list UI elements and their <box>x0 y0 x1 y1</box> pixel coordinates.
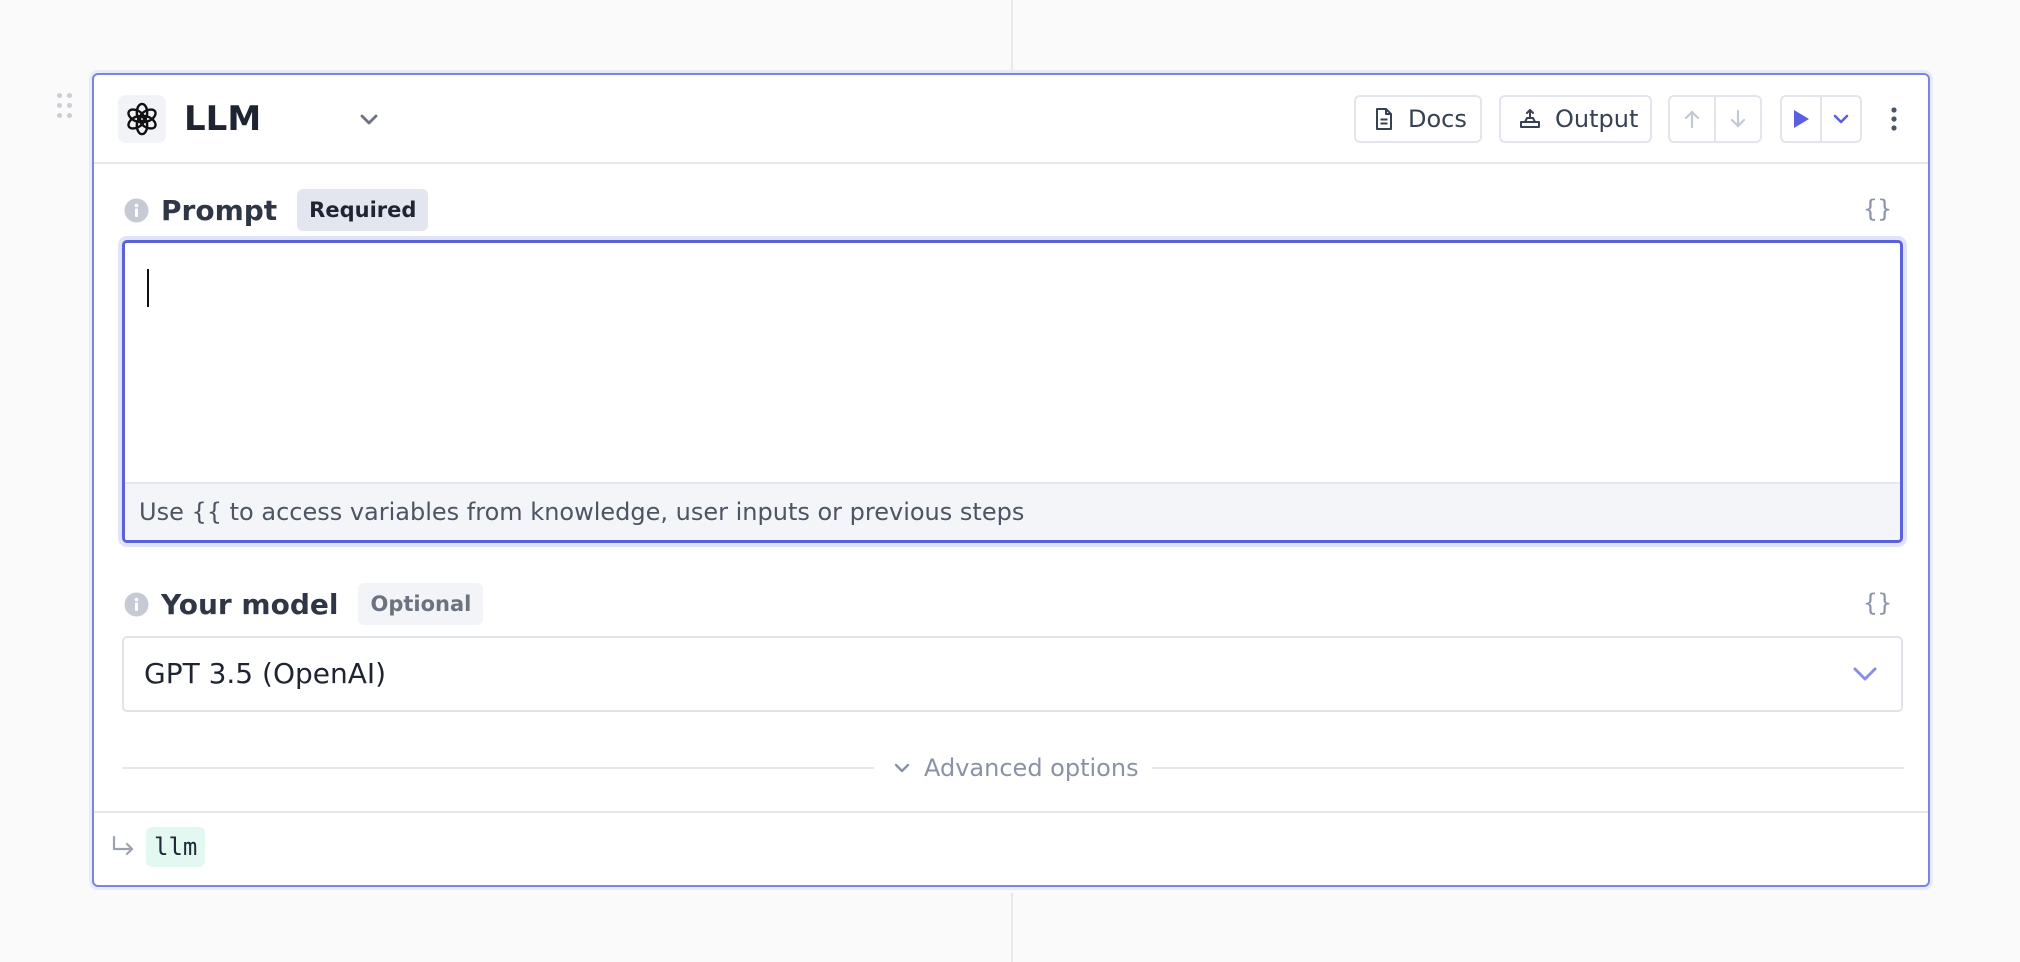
docs-button[interactable]: Docs <box>1354 95 1482 143</box>
return-arrow-icon <box>112 835 134 856</box>
prompt-label-row: Prompt Required <box>124 189 429 231</box>
drag-handle[interactable] <box>57 93 73 119</box>
run-options-button[interactable] <box>1820 97 1860 141</box>
more-vertical-icon <box>1891 107 1897 131</box>
prompt-variable-toggle[interactable]: {} <box>1863 193 1892 225</box>
llm-step-card: LLM Docs Output Prompt Required {} Use {… <box>92 73 1930 887</box>
chevron-down-icon <box>892 758 912 778</box>
play-icon <box>1794 110 1809 128</box>
arrow-up-icon <box>1684 110 1700 129</box>
openai-logo-icon <box>118 95 166 143</box>
docs-label: Docs <box>1408 105 1467 133</box>
optional-badge: Optional <box>358 583 484 625</box>
step-header: LLM Docs Output <box>94 75 1928 164</box>
output-label: Output <box>1555 105 1639 133</box>
output-variable-chip[interactable]: llm <box>146 827 206 867</box>
advanced-options-label: Advanced options <box>924 754 1139 782</box>
divider <box>122 767 874 769</box>
advanced-options-toggle[interactable]: Advanced options <box>892 751 1139 785</box>
model-label: Your model <box>161 587 339 621</box>
output-button[interactable]: Output <box>1499 95 1652 143</box>
required-badge: Required <box>297 189 429 231</box>
prompt-input[interactable] <box>125 243 1900 483</box>
move-down-button[interactable] <box>1714 97 1760 141</box>
model-label-row: Your model Optional <box>124 583 484 625</box>
move-step-group <box>1668 95 1762 143</box>
info-icon[interactable] <box>124 592 149 617</box>
move-up-button[interactable] <box>1670 97 1714 141</box>
prompt-label: Prompt <box>161 193 278 227</box>
flow-connector-bottom <box>1011 893 1013 962</box>
text-caret <box>147 269 149 307</box>
run-button[interactable] <box>1782 97 1820 141</box>
arrow-down-icon <box>1730 109 1746 128</box>
model-select[interactable]: GPT 3.5 (OpenAI) <box>122 636 1903 712</box>
step-footer: llm <box>94 811 1928 885</box>
run-step-group <box>1780 95 1862 143</box>
chevron-down-icon <box>1833 114 1849 124</box>
more-options-button[interactable] <box>1882 99 1906 139</box>
step-title[interactable]: LLM <box>184 95 261 143</box>
chevron-down-icon <box>1853 667 1877 681</box>
document-icon <box>1374 107 1394 131</box>
model-variable-toggle[interactable]: {} <box>1863 587 1892 619</box>
prompt-hint: Use {{ to access variables from knowledg… <box>125 482 1900 540</box>
output-icon <box>1519 108 1541 130</box>
info-icon[interactable] <box>124 198 149 223</box>
prompt-editor[interactable]: Use {{ to access variables from knowledg… <box>122 240 1903 543</box>
chevron-down-icon[interactable] <box>356 107 382 133</box>
flow-connector-top <box>1011 0 1013 70</box>
model-selected-value: GPT 3.5 (OpenAI) <box>144 657 387 690</box>
divider <box>1152 767 1904 769</box>
